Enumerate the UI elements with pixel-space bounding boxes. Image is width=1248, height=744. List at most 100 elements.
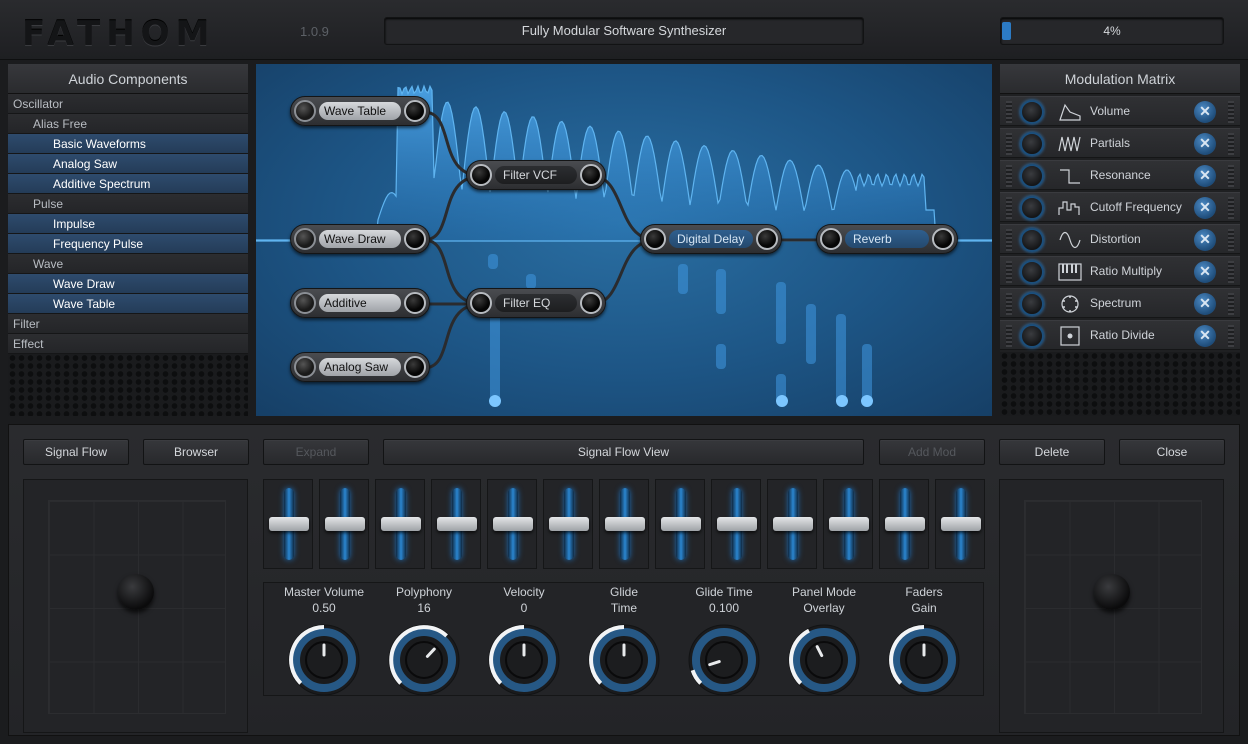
signal-flow-button[interactable]: Signal Flow: [23, 439, 129, 465]
mod-amount-knob[interactable]: [1020, 260, 1044, 284]
tree-item[interactable]: Pulse: [8, 194, 248, 214]
output-jack[interactable]: [404, 228, 426, 250]
mod-amount-knob[interactable]: [1020, 228, 1044, 252]
mod-amount-knob[interactable]: [1020, 324, 1044, 348]
mod-row[interactable]: Ratio Divide ✕: [1000, 320, 1240, 350]
drag-grip[interactable]: [1228, 197, 1234, 219]
fader-cap[interactable]: [325, 517, 365, 531]
tree-item[interactable]: Basic Waveforms: [8, 134, 248, 154]
node-filter-eq[interactable]: Filter EQ: [466, 288, 606, 318]
remove-mod-button[interactable]: ✕: [1194, 293, 1216, 315]
fader-cap[interactable]: [941, 517, 981, 531]
node-wave-table[interactable]: Wave Table: [290, 96, 430, 126]
fader[interactable]: [655, 479, 705, 569]
drag-grip[interactable]: [1228, 133, 1234, 155]
fader[interactable]: [263, 479, 313, 569]
drag-grip[interactable]: [1006, 325, 1012, 347]
fader-cap[interactable]: [269, 517, 309, 531]
node-reverb[interactable]: Reverb: [816, 224, 958, 254]
node-filter-vcf[interactable]: Filter VCF: [466, 160, 606, 190]
fader-cap[interactable]: [885, 517, 925, 531]
remove-mod-button[interactable]: ✕: [1194, 197, 1216, 219]
node-wave-draw[interactable]: Wave Draw: [290, 224, 430, 254]
output-jack[interactable]: [404, 356, 426, 378]
fader-cap[interactable]: [717, 517, 757, 531]
fader-cap[interactable]: [605, 517, 645, 531]
fader[interactable]: [935, 479, 985, 569]
output-jack[interactable]: [404, 100, 426, 122]
fader-cap[interactable]: [829, 517, 869, 531]
expand-button[interactable]: Expand: [263, 439, 369, 465]
tree-item[interactable]: Alias Free: [8, 114, 248, 134]
remove-mod-button[interactable]: ✕: [1194, 261, 1216, 283]
xy-handle[interactable]: [1094, 574, 1130, 610]
output-jack[interactable]: [580, 164, 602, 186]
remove-mod-button[interactable]: ✕: [1194, 229, 1216, 251]
mod-row[interactable]: Spectrum ✕: [1000, 288, 1240, 318]
fader[interactable]: [487, 479, 537, 569]
fader-cap[interactable]: [549, 517, 589, 531]
input-jack[interactable]: [294, 292, 316, 314]
fader-cap[interactable]: [661, 517, 701, 531]
knob[interactable]: [386, 622, 462, 698]
mod-row[interactable]: Distortion ✕: [1000, 224, 1240, 254]
drag-grip[interactable]: [1228, 101, 1234, 123]
fader[interactable]: [767, 479, 817, 569]
drag-grip[interactable]: [1228, 165, 1234, 187]
mod-row[interactable]: Partials ✕: [1000, 128, 1240, 158]
input-jack[interactable]: [820, 228, 842, 250]
tree-item[interactable]: Wave: [8, 254, 248, 274]
fader-cap[interactable]: [773, 517, 813, 531]
tree-item[interactable]: Wave Table: [8, 294, 248, 314]
remove-mod-button[interactable]: ✕: [1194, 101, 1216, 123]
tree-item[interactable]: Impulse: [8, 214, 248, 234]
output-jack[interactable]: [580, 292, 602, 314]
drag-grip[interactable]: [1006, 133, 1012, 155]
tree-item[interactable]: Oscillator: [8, 94, 248, 114]
fader[interactable]: [879, 479, 929, 569]
fader-cap[interactable]: [437, 517, 477, 531]
knob[interactable]: [586, 622, 662, 698]
fader[interactable]: [319, 479, 369, 569]
mod-row[interactable]: Volume ✕: [1000, 96, 1240, 126]
fader[interactable]: [823, 479, 873, 569]
fader-cap[interactable]: [493, 517, 533, 531]
output-jack[interactable]: [932, 228, 954, 250]
tree-item[interactable]: Frequency Pulse: [8, 234, 248, 254]
drag-grip[interactable]: [1228, 261, 1234, 283]
mod-amount-knob[interactable]: [1020, 196, 1044, 220]
fader[interactable]: [431, 479, 481, 569]
remove-mod-button[interactable]: ✕: [1194, 133, 1216, 155]
knob[interactable]: [886, 622, 962, 698]
node-additive[interactable]: Additive: [290, 288, 430, 318]
mod-row[interactable]: Cutoff Frequency ✕: [1000, 192, 1240, 222]
tree-item[interactable]: Analog Saw: [8, 154, 248, 174]
fader[interactable]: [543, 479, 593, 569]
tree-item[interactable]: Effect: [8, 334, 248, 354]
drag-grip[interactable]: [1006, 197, 1012, 219]
drag-grip[interactable]: [1006, 293, 1012, 315]
xy-handle[interactable]: [118, 574, 154, 610]
input-jack[interactable]: [470, 164, 492, 186]
drag-grip[interactable]: [1006, 229, 1012, 251]
remove-mod-button[interactable]: ✕: [1194, 325, 1216, 347]
fader-cap[interactable]: [381, 517, 421, 531]
input-jack[interactable]: [644, 228, 666, 250]
remove-mod-button[interactable]: ✕: [1194, 165, 1216, 187]
close-button[interactable]: Close: [1119, 439, 1225, 465]
mod-amount-knob[interactable]: [1020, 164, 1044, 188]
tree-item[interactable]: Additive Spectrum: [8, 174, 248, 194]
drag-grip[interactable]: [1228, 293, 1234, 315]
knob[interactable]: [286, 622, 362, 698]
mod-amount-knob[interactable]: [1020, 100, 1044, 124]
mod-amount-knob[interactable]: [1020, 132, 1044, 156]
signal-flow-canvas[interactable]: Wave Table Wave Draw Additive Analog Saw…: [256, 64, 992, 416]
node-digital-delay[interactable]: Digital Delay: [640, 224, 782, 254]
xy-pad-right[interactable]: [999, 479, 1224, 733]
knob[interactable]: [686, 622, 762, 698]
fader[interactable]: [711, 479, 761, 569]
output-jack[interactable]: [404, 292, 426, 314]
node-analog-saw[interactable]: Analog Saw: [290, 352, 430, 382]
knob[interactable]: [486, 622, 562, 698]
browser-button[interactable]: Browser: [143, 439, 249, 465]
